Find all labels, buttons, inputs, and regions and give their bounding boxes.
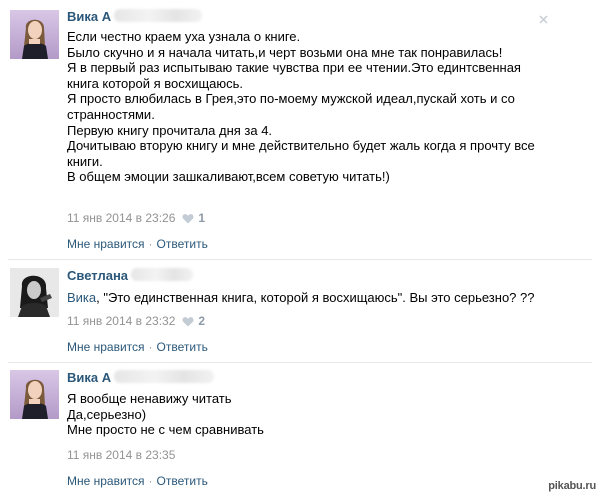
- comment-meta: 11 янв 2014 в 23:35: [67, 448, 175, 462]
- comment-line: странностями.: [67, 106, 155, 122]
- comment-line: Первую книгу прочитала дня за 4.: [67, 122, 273, 138]
- watermark: pikabu.ru: [548, 480, 596, 492]
- comment-line: Мне просто не с чем сравнивать: [67, 422, 264, 438]
- author-name[interactable]: Светлана: [67, 268, 194, 283]
- mention-link[interactable]: Вика: [67, 290, 96, 305]
- separator: ·: [148, 237, 153, 251]
- like-count: 1: [198, 211, 206, 225]
- comment-line: Я просто влюбилась в Грея,это по-моему м…: [67, 91, 515, 107]
- comment-text: Вика, "Это единственная книга, которой я…: [67, 290, 587, 306]
- separator: ·: [148, 340, 153, 354]
- comment-line: Было скучно и я начала читать,и черт воз…: [67, 44, 503, 60]
- comment-line: В общем эмоции зашкаливают,всем советую …: [67, 169, 390, 185]
- avatar[interactable]: [10, 370, 59, 419]
- like-link[interactable]: Мне нравится: [67, 474, 145, 488]
- comment-text: Если честно краем уха узнала о книге. Бы…: [67, 29, 587, 185]
- comment-actions: Мне нравится · Ответить: [67, 340, 208, 354]
- reply-link[interactable]: Ответить: [157, 474, 208, 488]
- avatar[interactable]: [10, 10, 59, 59]
- comment-line: книга которой я восхищаюсь.: [67, 75, 244, 91]
- author-name[interactable]: Вика А: [67, 9, 203, 24]
- comment-line: Я вообще ненавижу читать: [67, 391, 232, 406]
- timestamp[interactable]: 11 янв 2014 в 23:26: [67, 211, 175, 225]
- divider: [8, 259, 592, 260]
- close-icon[interactable]: [539, 15, 548, 24]
- comment-line: Дочитываю вторую книгу и мне действитель…: [67, 138, 535, 154]
- comment-line: Вика, "Это единственная книга, которой я…: [67, 290, 535, 305]
- like-count: 2: [198, 314, 206, 328]
- comment-line: Да,серьезно): [67, 406, 147, 422]
- comment-text: Я вообще ненавижу читать Да,серьезно) Мн…: [67, 391, 587, 438]
- heart-icon[interactable]: [182, 213, 194, 224]
- comment-meta: 11 янв 2014 в 23:32 2: [67, 314, 205, 328]
- comment-meta: 11 янв 2014 в 23:26 1: [67, 211, 205, 225]
- comment-line: Я в первый раз испытываю такие чувства п…: [67, 60, 521, 76]
- reply-link[interactable]: Ответить: [157, 237, 208, 251]
- avatar[interactable]: [10, 268, 59, 317]
- comment-line: книги.: [67, 153, 103, 169]
- like-link[interactable]: Мне нравится: [67, 340, 145, 354]
- timestamp[interactable]: 11 янв 2014 в 23:32: [67, 314, 175, 328]
- comment-line: Если честно краем уха узнала о книге.: [67, 29, 301, 44]
- like-link[interactable]: Мне нравится: [67, 237, 145, 251]
- comment-actions: Мне нравится · Ответить: [67, 237, 208, 251]
- heart-icon[interactable]: [182, 316, 194, 327]
- divider: [8, 362, 592, 363]
- timestamp[interactable]: 11 янв 2014 в 23:35: [67, 448, 175, 462]
- comment-actions: Мне нравится · Ответить: [67, 474, 208, 488]
- author-name[interactable]: Вика А: [67, 370, 215, 385]
- separator: ·: [148, 474, 153, 488]
- reply-link[interactable]: Ответить: [157, 340, 208, 354]
